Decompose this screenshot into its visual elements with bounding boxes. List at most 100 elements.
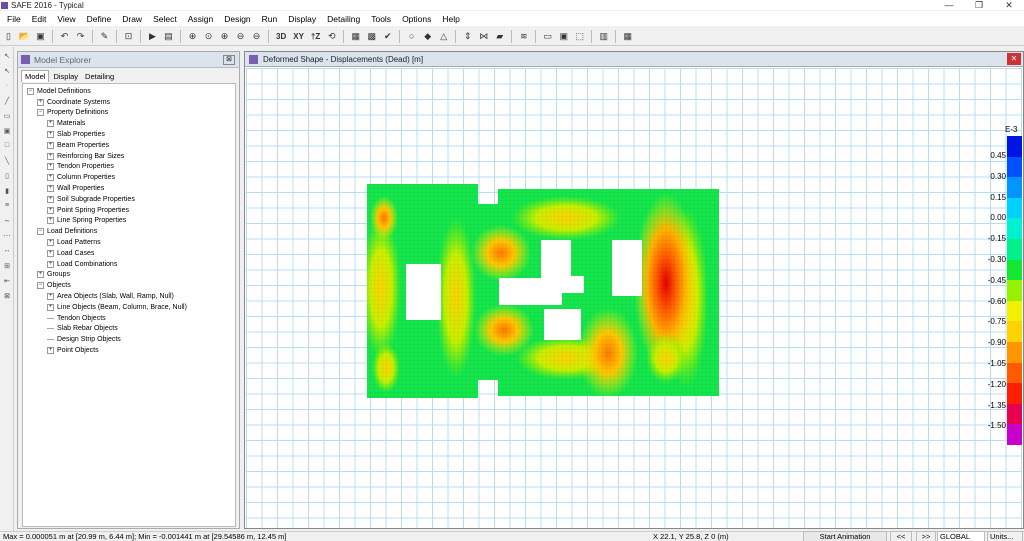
expand-icon[interactable]: +: [47, 174, 54, 182]
expand-icon[interactable]: +: [47, 131, 54, 139]
show-loads-icon[interactable]: ◆: [421, 30, 434, 43]
expand-icon[interactable]: +: [47, 347, 54, 355]
view-xy-button[interactable]: XY: [291, 30, 306, 43]
check-icon[interactable]: ✔: [381, 30, 394, 43]
tree-node[interactable]: + Line Spring Properties: [23, 216, 235, 227]
select-prev-icon[interactable]: ⇤: [1, 277, 13, 287]
minimize-button[interactable]: —: [934, 0, 964, 10]
zoom-out-icon[interactable]: ⊖: [234, 30, 247, 43]
draw-opening-icon[interactable]: □: [1, 142, 13, 152]
expand-icon[interactable]: +: [47, 249, 54, 257]
tree-node[interactable]: + Line Objects (Beam, Column, Brace, Null…: [23, 302, 235, 313]
view-tz-button[interactable]: †Z: [309, 30, 322, 43]
display-icon[interactable]: ▤: [162, 30, 175, 43]
new-file-icon[interactable]: ▯: [2, 30, 15, 43]
draw-strip-icon[interactable]: ≡: [1, 202, 13, 212]
clear-selection-icon[interactable]: ⊠: [1, 292, 13, 302]
object-shrink-icon[interactable]: ▦: [349, 30, 362, 43]
view-3d-button[interactable]: 3D: [274, 30, 288, 43]
tree-node[interactable]: + Groups: [23, 270, 235, 281]
deformed-shape-icon[interactable]: △: [437, 30, 450, 43]
set-display-icon[interactable]: ▩: [365, 30, 378, 43]
chart-icon[interactable]: ▥: [597, 30, 610, 43]
expand-icon[interactable]: +: [37, 271, 44, 279]
menu-help[interactable]: Help: [438, 14, 463, 24]
draw-area-icon[interactable]: ▭: [1, 112, 13, 122]
close-icon[interactable]: ⊠: [223, 54, 235, 65]
menu-design[interactable]: Design: [220, 14, 254, 24]
run-icon[interactable]: ▶: [146, 30, 159, 43]
previous-button[interactable]: <<: [890, 531, 912, 541]
collapse-icon[interactable]: −: [37, 282, 44, 290]
menu-detailing[interactable]: Detailing: [323, 14, 364, 24]
close-icon[interactable]: ✕: [1007, 53, 1021, 65]
plot-canvas[interactable]: [246, 68, 1022, 528]
start-animation-button[interactable]: Start Animation: [803, 531, 887, 541]
expand-icon[interactable]: +: [47, 163, 54, 171]
expand-icon[interactable]: +: [47, 293, 54, 301]
rotate-icon[interactable]: ⟲: [325, 30, 338, 43]
redo-icon[interactable]: ↷: [74, 30, 87, 43]
slab-forces-icon[interactable]: ▰: [493, 30, 506, 43]
menu-select[interactable]: Select: [149, 14, 181, 24]
expand-icon[interactable]: +: [37, 98, 44, 106]
menu-run[interactable]: Run: [258, 14, 282, 24]
expand-icon[interactable]: +: [47, 217, 54, 225]
collapse-icon[interactable]: −: [37, 228, 44, 236]
tree-node[interactable]: + Reinforcing Bar Sizes: [23, 151, 235, 162]
collapse-icon[interactable]: −: [27, 87, 34, 95]
reactions-icon[interactable]: ⇕: [461, 30, 474, 43]
tree-node[interactable]: − Load Definitions: [23, 226, 235, 237]
tree-node[interactable]: + Column Properties: [23, 172, 235, 183]
tree-node[interactable]: + Slab Properties: [23, 129, 235, 140]
open-folder-icon[interactable]: 📂: [18, 30, 31, 43]
draw-tendon-icon[interactable]: ∼: [1, 217, 13, 227]
tree-node[interactable]: + Load Patterns: [23, 237, 235, 248]
tree-node[interactable]: + Beam Properties: [23, 140, 235, 151]
pointer-icon[interactable]: ↖: [1, 52, 13, 62]
menu-assign[interactable]: Assign: [184, 14, 218, 24]
expand-icon[interactable]: +: [47, 195, 54, 203]
tree-node[interactable]: Tendon Objects: [23, 313, 235, 324]
beam-design-icon[interactable]: ⬚: [573, 30, 586, 43]
tree-node[interactable]: + Materials: [23, 118, 235, 129]
tree-node[interactable]: Slab Rebar Objects: [23, 324, 235, 335]
menu-view[interactable]: View: [53, 14, 79, 24]
menu-options[interactable]: Options: [398, 14, 435, 24]
draw-slab-icon[interactable]: ▣: [1, 127, 13, 137]
coordinate-system-select[interactable]: GLOBAL: [937, 531, 985, 541]
beam-forces-icon[interactable]: ⋈: [477, 30, 490, 43]
undeformed-shape-icon[interactable]: ○: [405, 30, 418, 43]
expand-icon[interactable]: +: [47, 141, 54, 149]
tree-node[interactable]: + Wall Properties: [23, 183, 235, 194]
tree-node[interactable]: − Model Definitions: [23, 86, 235, 97]
punching-shear-icon[interactable]: ▭: [541, 30, 554, 43]
tab-display[interactable]: Display: [50, 71, 81, 82]
next-button[interactable]: >>: [916, 531, 936, 541]
tab-model[interactable]: Model: [21, 70, 50, 82]
zoom-restore-icon[interactable]: ⊙: [202, 30, 215, 43]
expand-icon[interactable]: +: [47, 120, 54, 128]
draw-wall-icon[interactable]: ▮: [1, 187, 13, 197]
lock-icon[interactable]: ⊡: [122, 30, 135, 43]
save-icon[interactable]: ▣: [34, 30, 47, 43]
menu-edit[interactable]: Edit: [28, 14, 51, 24]
expand-icon[interactable]: +: [47, 239, 54, 247]
pan-icon[interactable]: ⊖: [250, 30, 263, 43]
draw-line-icon[interactable]: ╱: [1, 97, 13, 107]
expand-icon[interactable]: +: [47, 185, 54, 193]
units-button[interactable]: Units...: [987, 531, 1023, 541]
tree-node[interactable]: + Soil Subgrade Properties: [23, 194, 235, 205]
tables-icon[interactable]: ▦: [621, 30, 634, 43]
reshape-icon[interactable]: ↖: [1, 67, 13, 77]
tree-node[interactable]: + Load Cases: [23, 248, 235, 259]
undo-icon[interactable]: ↶: [58, 30, 71, 43]
expand-icon[interactable]: +: [47, 260, 54, 268]
dimension-icon[interactable]: ↔: [1, 247, 13, 257]
slab-design-icon[interactable]: ▣: [557, 30, 570, 43]
zoom-in-icon[interactable]: ⊕: [218, 30, 231, 43]
strip-forces-icon[interactable]: ≋: [517, 30, 530, 43]
expand-icon[interactable]: +: [47, 206, 54, 214]
maximize-button[interactable]: ❐: [964, 0, 994, 10]
draw-point-icon[interactable]: ·: [1, 82, 13, 92]
